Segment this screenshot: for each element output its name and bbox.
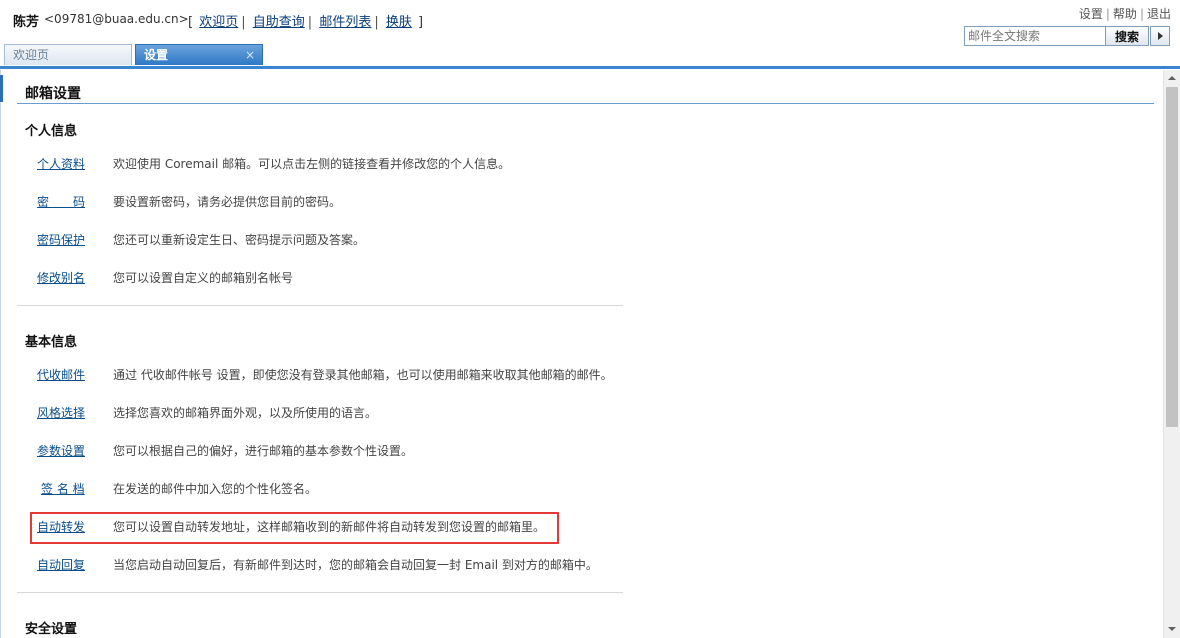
link-password-protection[interactable]: 密码保护 [37, 231, 85, 248]
help-link[interactable]: 帮助 [1113, 7, 1137, 21]
link-fetch-mail[interactable]: 代收邮件 [37, 366, 85, 383]
content-frame [0, 66, 1180, 638]
scroll-down-icon[interactable] [1164, 621, 1180, 638]
title-accent-bar [0, 75, 3, 102]
utility-links: 设置 | 帮助 | 退出 [1079, 5, 1171, 22]
title-divider [17, 103, 1154, 104]
link-profile[interactable]: 个人资料 [37, 155, 85, 172]
tab-label: 欢迎页 [13, 48, 50, 62]
top-bar: 陈芳 <09781@buaa.edu.cn> [ 欢迎页 | 自助查询 | 邮件列表… [0, 0, 1180, 46]
nav-separator: | [241, 15, 246, 30]
link-auto-reply[interactable]: 自动回复 [37, 556, 85, 573]
page-title: 邮箱设置 [25, 86, 81, 102]
user-name: 陈芳 [13, 15, 40, 30]
row-description: 选择您喜欢的邮箱界面外观，以及所使用的语言。 [113, 406, 378, 420]
row-description: 欢迎使用 Coremail 邮箱。可以点击左侧的链接查看并修改您的个人信息。 [113, 157, 511, 171]
link-alias[interactable]: 修改别名 [37, 269, 85, 286]
user-email: <09781@buaa.edu.cn> [44, 12, 189, 26]
tab-bar: 欢迎页 设置 × [0, 42, 1180, 66]
highlight-box [30, 512, 559, 544]
nav-bracket-open: [ [188, 15, 194, 30]
nav-separator: | [374, 15, 379, 30]
scroll-up-icon[interactable] [1164, 70, 1180, 87]
content-border [0, 70, 1, 638]
section-title-basic: 基本信息 [25, 335, 78, 350]
util-separator: | [1105, 7, 1110, 21]
row-description: 在发送的邮件中加入您的个性化签名。 [113, 482, 318, 496]
nav-link-mail-list[interactable]: 邮件列表 [319, 15, 371, 30]
nav-separator: | [307, 15, 313, 30]
row-description: 您可以根据自己的偏好，进行邮箱的基本参数个性设置。 [113, 444, 414, 458]
nav-link-welcome[interactable]: 欢迎页 [199, 15, 238, 30]
section-title-personal: 个人信息 [25, 124, 78, 139]
link-password[interactable]: 密 码 [37, 193, 85, 210]
settings-link[interactable]: 设置 [1079, 7, 1103, 21]
section-divider [17, 305, 623, 306]
link-preferences[interactable]: 参数设置 [37, 442, 85, 459]
row-description: 您可以设置自定义的邮箱别名帐号 [113, 271, 294, 285]
nav-bracket-close: ] [418, 15, 424, 30]
nav-link-self-query[interactable]: 自助查询 [253, 15, 305, 30]
top-nav: [ 欢迎页 | 自助查询 | 邮件列表 | 换肤 ] [188, 11, 423, 30]
logout-link[interactable]: 退出 [1147, 7, 1171, 21]
row-description: 当您启动自动回复后，有新邮件到达时，您的邮箱会自动回复一封 Email 到对方的… [113, 558, 598, 572]
link-style[interactable]: 风格选择 [37, 404, 85, 421]
tab-settings[interactable]: 设置 × [135, 44, 263, 65]
util-separator: | [1139, 7, 1144, 21]
row-description: 您还可以重新设定生日、密码提示问题及答案。 [113, 233, 366, 247]
nav-link-skin[interactable]: 换肤 [386, 15, 412, 30]
row-description: 要设置新密码，请务必提供您目前的密码。 [113, 195, 342, 209]
section-divider [17, 592, 623, 593]
vertical-scrollbar[interactable] [1163, 70, 1180, 638]
section-title-security: 安全设置 [25, 622, 78, 637]
close-icon[interactable]: × [245, 45, 255, 65]
tab-label: 设置 [144, 48, 169, 62]
link-signature[interactable]: 签 名 档 [41, 480, 85, 497]
scroll-thumb[interactable] [1166, 87, 1178, 427]
tab-welcome[interactable]: 欢迎页 [4, 44, 132, 65]
row-description: 通过 代收邮件帐号 设置，即使您没有登录其他邮箱，也可以使用邮箱来收取其他邮箱的… [113, 368, 613, 382]
